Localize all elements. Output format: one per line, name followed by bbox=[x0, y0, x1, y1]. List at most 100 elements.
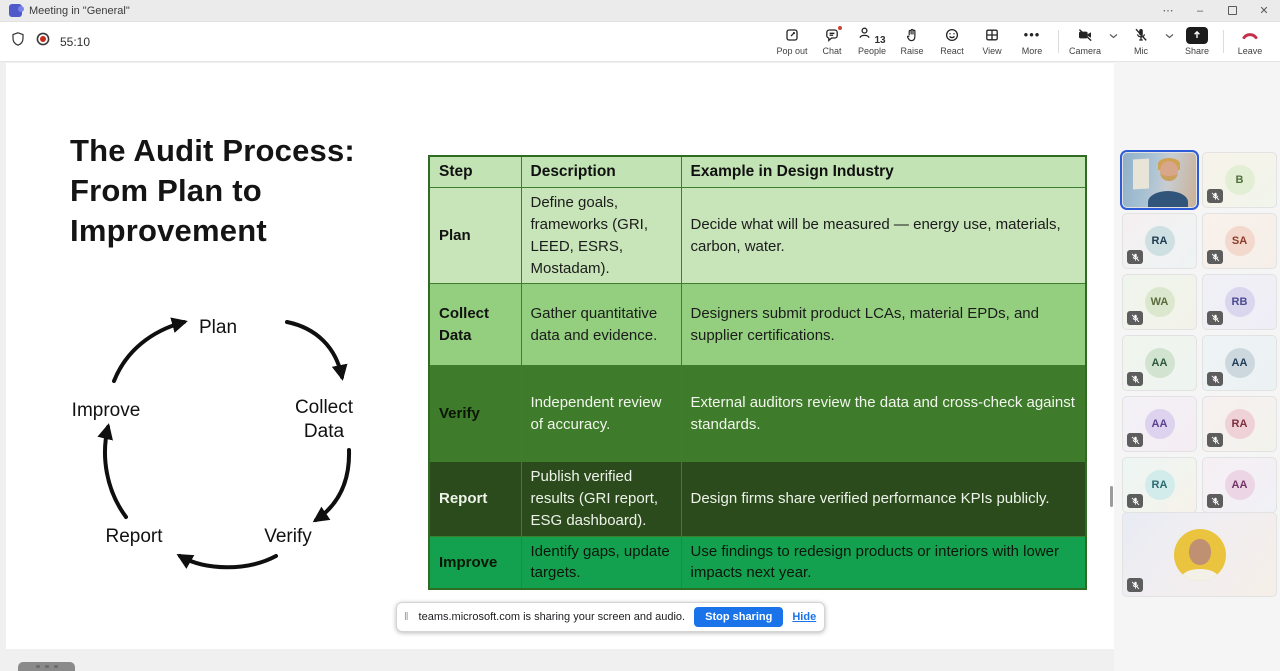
people-count: 13 bbox=[874, 35, 885, 46]
cell-description: Gather quantitative data and evidence. bbox=[521, 284, 681, 366]
avatar: AA bbox=[1145, 348, 1175, 378]
window-more-button[interactable]: ⋯ bbox=[1152, 0, 1184, 21]
avatar: RA bbox=[1145, 470, 1175, 500]
mic-chevron-icon[interactable] bbox=[1161, 33, 1177, 39]
screen-sharing-banner: ‖ teams.microsoft.com is sharing your sc… bbox=[396, 602, 825, 632]
cell-step: Report bbox=[429, 462, 521, 536]
muted-mic-icon bbox=[1127, 494, 1143, 508]
avatar: RB bbox=[1225, 287, 1255, 317]
participant-tile[interactable]: RA bbox=[1122, 213, 1197, 269]
window-close-button[interactable]: ✕ bbox=[1248, 0, 1280, 21]
more-dots-icon: ••• bbox=[1024, 27, 1041, 43]
window-title: Meeting in "General" bbox=[29, 5, 130, 17]
teams-app-icon bbox=[9, 4, 22, 17]
table-row: Report Publish verified results (GRI rep… bbox=[429, 462, 1086, 536]
presenter-photo-avatar bbox=[1174, 529, 1226, 581]
table-row: Verify Independent review of accuracy. E… bbox=[429, 366, 1086, 462]
leave-button[interactable]: Leave bbox=[1230, 22, 1270, 61]
cell-step: Plan bbox=[429, 188, 521, 284]
share-button[interactable]: Share bbox=[1177, 22, 1217, 61]
muted-mic-icon bbox=[1207, 372, 1223, 386]
camera-chevron-icon[interactable] bbox=[1105, 33, 1121, 39]
table-row: Collect Data Gather quantitative data an… bbox=[429, 284, 1086, 366]
arrow-plan-to-collect bbox=[287, 322, 342, 377]
cell-example: External auditors review the data and cr… bbox=[681, 366, 1086, 462]
header-step: Step bbox=[429, 156, 521, 188]
teams-meeting-window: Meeting in "General" ⋯ – ✕ 55:10 Pop o bbox=[0, 0, 1280, 671]
people-button[interactable]: 13 People bbox=[852, 22, 892, 61]
view-grid-icon bbox=[984, 27, 1000, 43]
audit-process-table: Step Description Example in Design Indus… bbox=[428, 155, 1087, 590]
raise-hand-button[interactable]: Raise bbox=[892, 22, 932, 61]
meeting-timer: 55:10 bbox=[60, 35, 90, 49]
popout-icon bbox=[784, 27, 800, 43]
react-button[interactable]: React bbox=[932, 22, 972, 61]
muted-mic-icon bbox=[1207, 311, 1223, 325]
slide-title: The Audit Process: From Plan to Improvem… bbox=[70, 131, 355, 251]
participant-tile[interactable]: AA bbox=[1122, 335, 1197, 391]
participant-tile[interactable]: AA bbox=[1122, 396, 1197, 452]
react-smiley-icon bbox=[944, 27, 960, 43]
muted-mic-icon bbox=[1127, 250, 1143, 264]
window-minimize-button[interactable]: – bbox=[1184, 0, 1216, 21]
cycle-label-plan: Plan bbox=[199, 317, 237, 338]
mic-button[interactable]: Mic bbox=[1121, 27, 1161, 56]
toolbar-divider bbox=[1058, 30, 1059, 53]
people-icon bbox=[858, 25, 872, 46]
avatar: AA bbox=[1225, 470, 1255, 500]
stop-sharing-button[interactable]: Stop sharing bbox=[694, 607, 783, 627]
arrow-improve-to-plan bbox=[114, 322, 184, 381]
banner-drag-handle[interactable]: ‖ bbox=[404, 611, 410, 623]
muted-mic-icon bbox=[1127, 372, 1143, 386]
cell-description: Define goals, frameworks (GRI, LEED, ESR… bbox=[521, 188, 681, 284]
table-header-row: Step Description Example in Design Indus… bbox=[429, 156, 1086, 188]
toolbar-divider bbox=[1223, 30, 1224, 53]
participant-tile[interactable]: SA bbox=[1202, 213, 1277, 269]
header-description: Description bbox=[521, 156, 681, 188]
cell-description: Publish verified results (GRI report, ES… bbox=[521, 462, 681, 536]
cell-example: Design firms share verified performance … bbox=[681, 462, 1086, 536]
chat-button[interactable]: Chat bbox=[812, 22, 852, 61]
presenter-tile[interactable] bbox=[1122, 512, 1277, 597]
cycle-label-report: Report bbox=[105, 526, 163, 547]
cell-description: Identify gaps, update targets. bbox=[521, 536, 681, 589]
participant-tile[interactable] bbox=[1122, 152, 1197, 208]
avatar: B bbox=[1225, 165, 1255, 195]
participant-tile[interactable]: AA bbox=[1202, 335, 1277, 391]
cell-step: Verify bbox=[429, 366, 521, 462]
camera-button[interactable]: Camera bbox=[1065, 27, 1105, 56]
arrow-verify-to-report bbox=[180, 556, 276, 567]
raise-hand-icon bbox=[904, 27, 920, 43]
view-button[interactable]: View bbox=[972, 22, 1012, 61]
muted-mic-icon bbox=[1207, 494, 1223, 508]
meeting-toolbar: 55:10 Pop out Chat bbox=[0, 22, 1280, 62]
share-controls-peek-bar[interactable] bbox=[18, 662, 75, 671]
cell-step: Collect Data bbox=[429, 284, 521, 366]
cell-example: Designers submit product LCAs, material … bbox=[681, 284, 1086, 366]
cell-example: Decide what will be measured — energy us… bbox=[681, 188, 1086, 284]
participant-tile[interactable]: RB bbox=[1202, 274, 1277, 330]
more-button[interactable]: ••• More bbox=[1012, 22, 1052, 61]
participant-tile[interactable]: B bbox=[1202, 152, 1277, 208]
popout-button[interactable]: Pop out bbox=[772, 22, 812, 61]
avatar: RA bbox=[1225, 409, 1255, 439]
avatar: AA bbox=[1145, 409, 1175, 439]
participant-tile[interactable]: RA bbox=[1122, 457, 1197, 513]
muted-mic-icon bbox=[1127, 433, 1143, 447]
panel-scroll-handle[interactable] bbox=[1110, 486, 1113, 507]
window-titlebar: Meeting in "General" ⋯ – ✕ bbox=[0, 0, 1280, 22]
hide-banner-link[interactable]: Hide bbox=[792, 611, 816, 623]
cycle-label-data: Data bbox=[304, 421, 345, 442]
cell-example: Use findings to redesign products or int… bbox=[681, 536, 1086, 589]
participant-tile[interactable]: AA bbox=[1202, 457, 1277, 513]
participant-tile[interactable]: WA bbox=[1122, 274, 1197, 330]
camera-off-icon bbox=[1077, 27, 1094, 43]
window-maximize-button[interactable] bbox=[1216, 0, 1248, 21]
participant-tile[interactable]: RA bbox=[1202, 396, 1277, 452]
sharing-message: teams.microsoft.com is sharing your scre… bbox=[419, 611, 686, 623]
screen-share-stage: The Audit Process: From Plan to Improvem… bbox=[0, 62, 1114, 671]
audit-cycle-diagram: Plan Collect Data Verify Report Improve bbox=[50, 295, 390, 585]
cycle-label-improve: Improve bbox=[72, 400, 141, 421]
arrow-report-to-improve bbox=[105, 427, 126, 517]
chat-notification-badge bbox=[837, 25, 843, 31]
